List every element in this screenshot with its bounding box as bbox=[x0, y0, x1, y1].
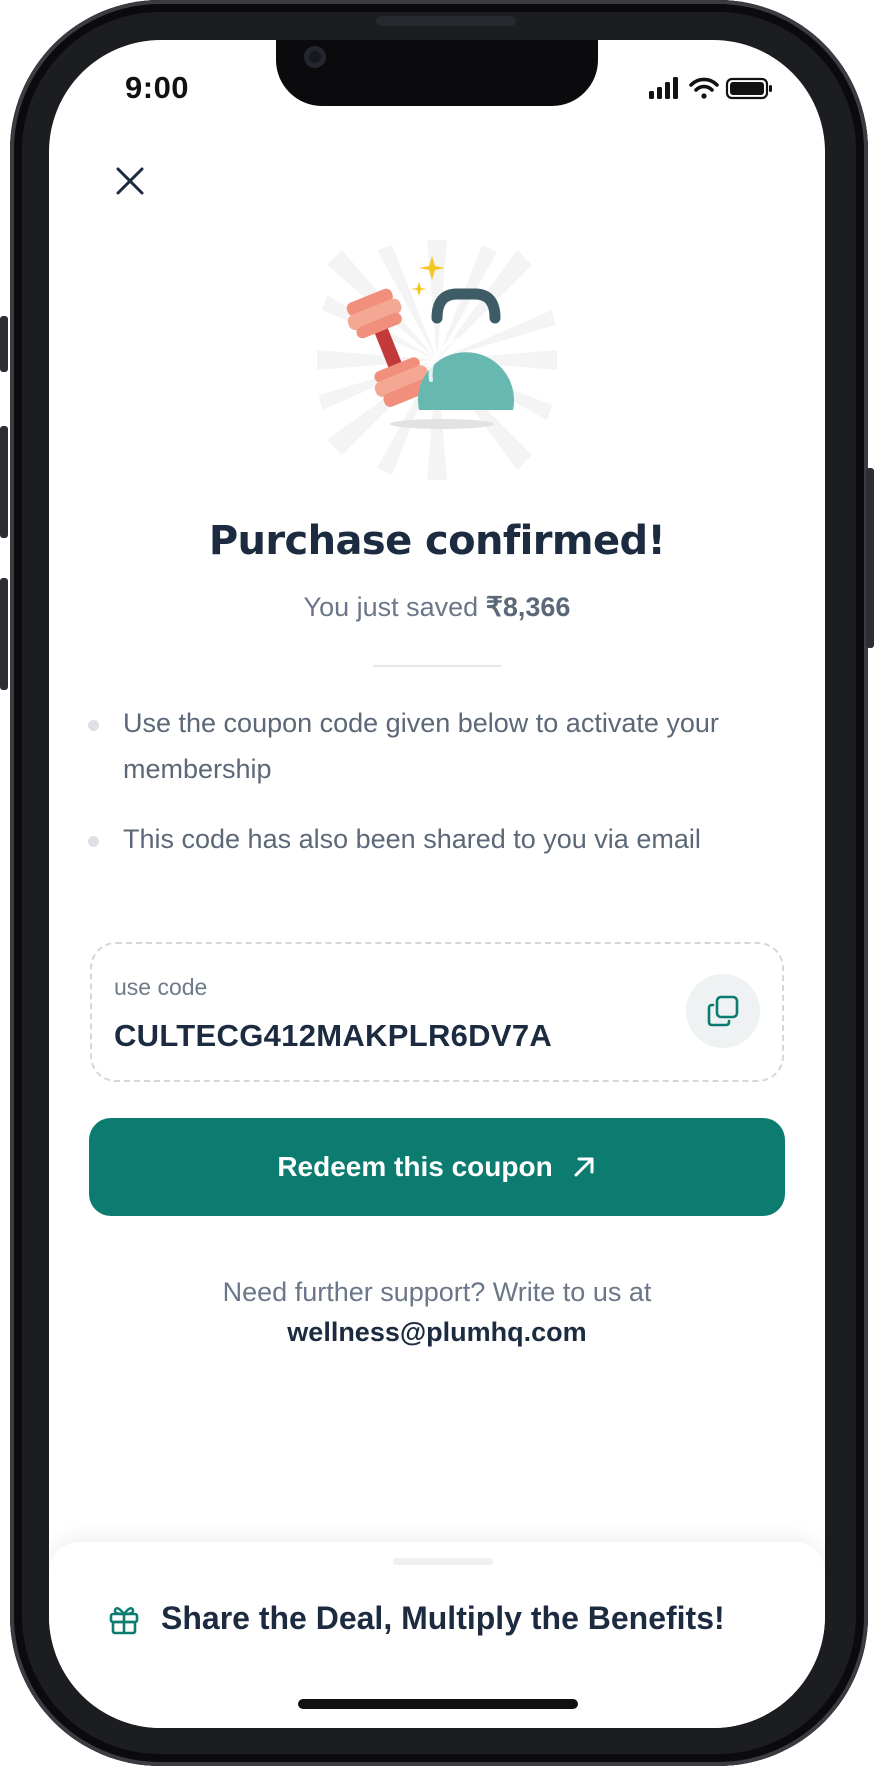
notch bbox=[276, 40, 598, 106]
savings-prefix: You just saved bbox=[303, 592, 479, 622]
close-button[interactable] bbox=[109, 160, 151, 202]
divider bbox=[373, 665, 501, 667]
bullet-dot bbox=[88, 836, 99, 847]
app-screen: 9:00 Purchase confirmed! You just saved … bbox=[49, 40, 825, 1728]
savings-text: You just saved ₹8,366 bbox=[49, 592, 825, 623]
side-button-mute bbox=[0, 316, 8, 372]
savings-amount: ₹8,366 bbox=[485, 592, 571, 622]
sheet-drag-handle[interactable] bbox=[393, 1558, 493, 1565]
support-message: Need further support? Write to us at bbox=[222, 1277, 652, 1307]
instruction-text: Use the coupon code given below to activ… bbox=[123, 708, 719, 784]
speaker-grill bbox=[376, 16, 516, 26]
wifi-icon bbox=[689, 77, 719, 99]
copy-icon bbox=[707, 995, 739, 1027]
gift-icon bbox=[109, 1606, 139, 1634]
support-email-link[interactable]: wellness@plumhq.com bbox=[49, 1312, 825, 1352]
battery-icon bbox=[725, 77, 772, 100]
coupon-code[interactable]: CULTECG412MAKPLR6DV7A bbox=[114, 1018, 552, 1054]
redeem-coupon-button[interactable]: Redeem this coupon bbox=[89, 1118, 785, 1216]
front-camera bbox=[304, 46, 326, 68]
side-button-power bbox=[866, 468, 874, 648]
side-button-volume-up bbox=[0, 426, 8, 538]
home-indicator[interactable] bbox=[298, 1699, 578, 1709]
status-time: 9:00 bbox=[125, 70, 190, 105]
instruction-text: This code has also been shared to you vi… bbox=[123, 824, 701, 854]
signal-icon bbox=[649, 77, 678, 99]
copy-button[interactable] bbox=[686, 974, 760, 1048]
close-icon bbox=[116, 167, 144, 195]
side-button-volume-down bbox=[0, 578, 8, 690]
coupon-code-box: use code CULTECG412MAKPLR6DV7A bbox=[90, 942, 784, 1082]
page-title: Purchase confirmed! bbox=[208, 518, 666, 564]
coupon-label: use code bbox=[114, 974, 208, 1000]
support-text: Need further support? Write to us at wel… bbox=[49, 1272, 825, 1352]
share-deal-label: Share the Deal, Multiply the Benefits! bbox=[161, 1600, 725, 1636]
dumbbell-kettlebell-icon bbox=[307, 230, 567, 490]
arrow-up-right-icon bbox=[574, 1157, 594, 1177]
share-deal-row[interactable]: Share the Deal, Multiply the Benefits! bbox=[107, 1600, 725, 1637]
status-icons bbox=[647, 76, 777, 100]
bullet-dot bbox=[88, 720, 99, 731]
redeem-button-label: Redeem this coupon bbox=[277, 1151, 553, 1182]
